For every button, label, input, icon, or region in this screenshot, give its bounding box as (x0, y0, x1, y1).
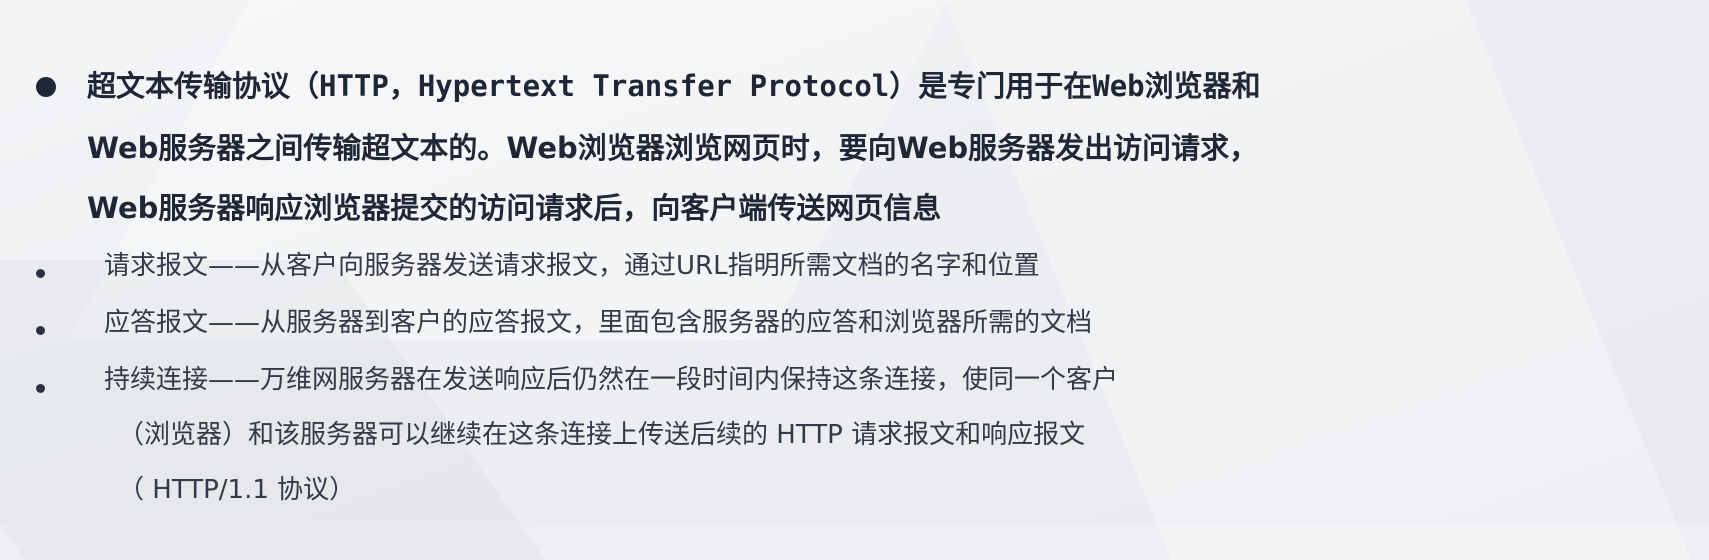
sub-bullet-icon (36, 269, 45, 278)
sub-bullet-icon (36, 384, 45, 393)
main-point-line: Web服务器之间传输超文本的。Web浏览器浏览网页时，要向Web服务器发出访问请… (87, 131, 1259, 165)
sub-point-persistent-connection: 持续连接——万维网服务器在发送响应后仍然在一段时间内保持这条连接，使同一个客户 (104, 365, 1119, 395)
sub-bullet-icon (36, 326, 45, 335)
main-bullet-icon (36, 77, 56, 97)
sub-point-persistent-connection-cont: （ HTTP/1.1 协议） (118, 475, 356, 505)
sub-point-response-message: 应答报文——从服务器到客户的应答报文，里面包含服务器的应答和浏览器所需的文档 (104, 308, 1093, 338)
slide-content: 超文本传输协议（HTTP，Hypertext Transfer Protocol… (0, 0, 1709, 525)
sub-point-request-message: 请求报文——从客户向服务器发送请求报文，通过URL指明所需文档的名字和位置 (104, 251, 1040, 281)
sub-point-persistent-connection-cont: （浏览器）和该服务器可以继续在这条连接上传送后续的 HTTP 请求报文和响应报文 (118, 420, 1086, 450)
main-point-line: Web服务器响应浏览器提交的访问请求后，向客户端传送网页信息 (87, 191, 942, 225)
main-point-line: 超文本传输协议（HTTP，Hypertext Transfer Protocol… (87, 69, 1261, 103)
